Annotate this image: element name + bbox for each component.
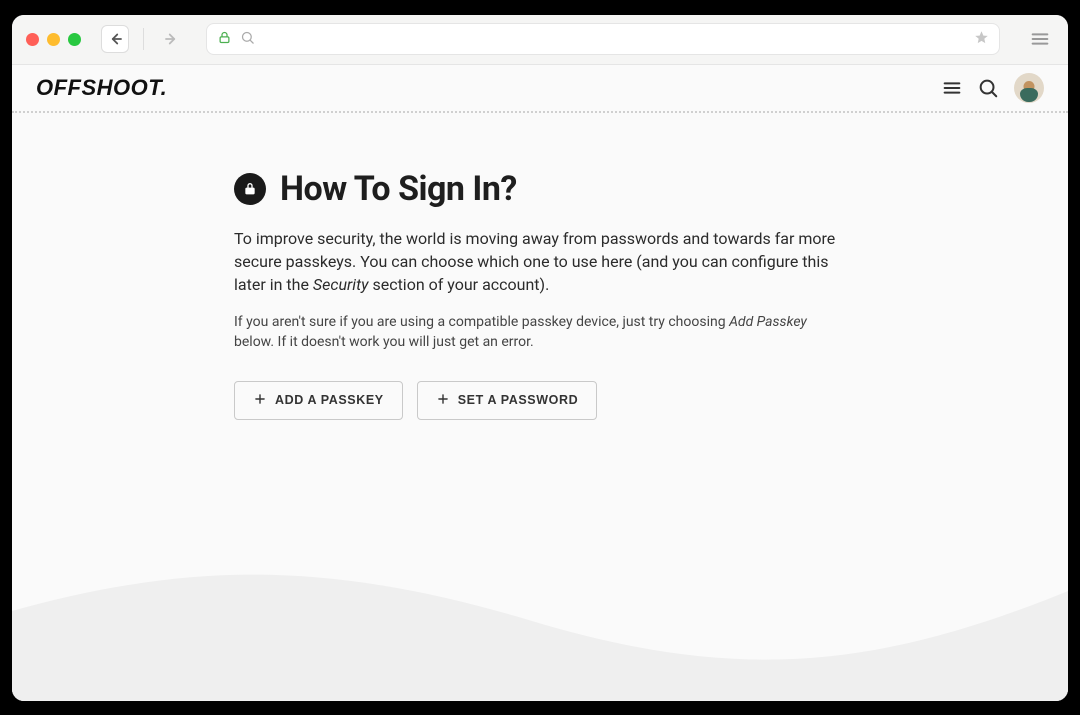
hint-text-after: below. If it doesn't work you will just …: [234, 334, 534, 350]
action-row: ADD A PASSKEY SET A PASSWORD: [234, 381, 854, 420]
page-body: OFFSHOOT. How To Sign In?: [12, 65, 1068, 701]
search-icon: [240, 30, 255, 49]
avatar[interactable]: [1014, 73, 1044, 103]
minimize-window-button[interactable]: [47, 33, 60, 46]
hint-text-before: If you aren't sure if you are using a co…: [234, 314, 729, 330]
maximize-window-button[interactable]: [68, 33, 81, 46]
back-button[interactable]: [101, 25, 129, 53]
decorative-wave: [12, 541, 1068, 701]
browser-menu-button[interactable]: [1026, 25, 1054, 53]
intro-paragraph: To improve security, the world is moving…: [234, 227, 844, 297]
hint-em: Add Passkey: [729, 314, 807, 330]
browser-toolbar: [12, 15, 1068, 65]
plus-icon: [253, 392, 267, 409]
plus-icon: [436, 392, 450, 409]
intro-em: Security: [313, 275, 369, 294]
page-title-row: How To Sign In?: [234, 169, 854, 209]
intro-text-after: section of your account).: [368, 275, 549, 294]
toolbar-divider: [143, 28, 144, 50]
browser-window: OFFSHOOT. How To Sign In?: [12, 15, 1068, 701]
bookmark-star-icon[interactable]: [974, 30, 989, 49]
main-content: How To Sign In? To improve security, the…: [234, 169, 854, 420]
app-header: OFFSHOOT.: [12, 65, 1068, 113]
lock-icon: [217, 30, 232, 49]
hint-paragraph: If you aren't sure if you are using a co…: [234, 312, 834, 353]
screenshot-frame: OFFSHOOT. How To Sign In?: [0, 0, 1080, 715]
page-title: How To Sign In?: [280, 169, 517, 209]
address-bar[interactable]: [206, 23, 1000, 55]
forward-button[interactable]: [158, 25, 186, 53]
window-controls: [26, 33, 81, 46]
set-password-button[interactable]: SET A PASSWORD: [417, 381, 597, 420]
set-password-label: SET A PASSWORD: [458, 393, 578, 407]
lock-badge-icon: [234, 173, 266, 205]
add-passkey-label: ADD A PASSKEY: [275, 393, 384, 407]
brand-logo[interactable]: OFFSHOOT.: [36, 75, 167, 101]
app-menu-button[interactable]: [934, 70, 970, 106]
close-window-button[interactable]: [26, 33, 39, 46]
app-search-button[interactable]: [970, 70, 1006, 106]
add-passkey-button[interactable]: ADD A PASSKEY: [234, 381, 403, 420]
